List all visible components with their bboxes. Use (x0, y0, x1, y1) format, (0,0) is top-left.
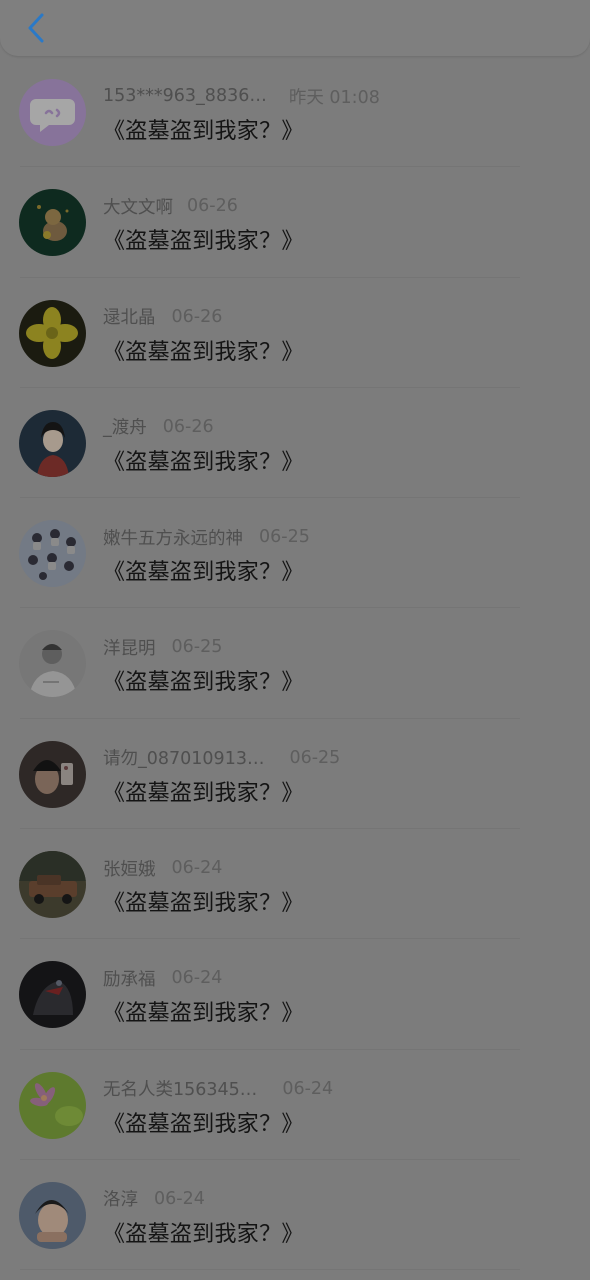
message-text: 《盗墓盗到我家？》 (103, 339, 304, 365)
timestamp: 06-25 (289, 747, 341, 768)
message-text: 《盗墓盗到我家？》 (103, 449, 304, 475)
list-item[interactable]: 请勿_087010913… 06-25 《盗墓盗到我家？》 (0, 719, 590, 830)
message-text: 《盗墓盗到我家？》 (103, 1221, 304, 1247)
item-meta: _渡舟 06-26 (103, 415, 214, 439)
timestamp: 06-24 (282, 1078, 334, 1099)
pink-flower-avatar[interactable] (19, 1071, 86, 1139)
yellow-flower-avatar[interactable] (19, 299, 86, 367)
item-meta: 励承福 06-24 (103, 966, 222, 990)
item-meta: 嫩牛五方永远的神 06-25 (103, 525, 310, 549)
list-item[interactable]: 励承福 06-24 《盗墓盗到我家？》 (0, 939, 590, 1050)
list-item[interactable]: 大文文啊 06-26 《盗墓盗到我家？》 (0, 167, 590, 278)
girl-portrait-avatar[interactable] (19, 409, 86, 477)
child-portrait-avatar[interactable] (19, 1181, 86, 1249)
user-name[interactable]: 请勿_087010913… (103, 745, 264, 770)
list-item[interactable]: 洛淳 06-24 《盗墓盗到我家？》 (0, 1160, 590, 1271)
timestamp: 06-26 (187, 196, 238, 217)
message-text: 《盗墓盗到我家？》 (103, 780, 304, 806)
top-bar (0, 0, 590, 56)
item-meta: 洛淳 06-24 (103, 1187, 205, 1211)
list-item[interactable]: 张姮娥 06-24 《盗墓盗到我家？》 (0, 829, 590, 940)
cartoon-figure-avatar[interactable] (19, 189, 86, 257)
message-text: 《盗墓盗到我家？》 (103, 560, 304, 586)
list-item[interactable]: _渡舟 06-26 《盗墓盗到我家？》 (0, 388, 590, 499)
vintage-car-avatar[interactable] (19, 851, 86, 919)
item-meta: 逯北晶 06-26 (103, 305, 222, 329)
chibi-characters-avatar[interactable] (19, 520, 86, 588)
list-item[interactable]: 153***963_8836… 昨天 01:08 《盗墓盗到我家？》 (0, 57, 590, 168)
back-button[interactable] (16, 8, 56, 48)
list-item[interactable]: 洋昆明 06-25 《盗墓盗到我家？》 (0, 608, 590, 720)
item-meta: 153***963_8836… 昨天 01:08 (103, 84, 380, 108)
item-meta: 大文文啊 06-26 (103, 194, 238, 218)
timestamp: 昨天 01:08 (288, 87, 380, 108)
timestamp: 06-25 (259, 527, 310, 548)
user-name[interactable]: 153***963_8836… (103, 86, 267, 106)
item-meta: 张姮娥 06-24 (103, 856, 222, 880)
man-white-shirt-avatar[interactable] (19, 630, 86, 698)
user-name[interactable]: 励承福 (103, 966, 156, 991)
timestamp: 06-26 (171, 306, 223, 327)
list-item[interactable]: 嫩牛五方永远的神 06-25 《盗墓盗到我家？》 (0, 498, 590, 609)
user-name[interactable]: 逯北晶 (103, 304, 156, 329)
item-meta: 无名人类156345… 06-24 (103, 1077, 333, 1101)
user-name[interactable]: 嫩牛五方永远的神 (103, 525, 243, 550)
message-list: 153***963_8836… 昨天 01:08 《盗墓盗到我家？》 大文文啊 … (0, 57, 590, 1271)
timestamp: 06-25 (171, 637, 223, 658)
message-text: 《盗墓盗到我家？》 (103, 1111, 304, 1137)
masked-figure-avatar[interactable] (19, 961, 86, 1029)
message-text: 《盗墓盗到我家？》 (103, 891, 304, 917)
timestamp: 06-24 (171, 968, 223, 989)
user-name[interactable]: 洋昆明 (103, 635, 156, 660)
user-name[interactable]: 张姮娥 (103, 856, 156, 881)
chat-bubble-avatar[interactable] (19, 79, 86, 146)
list-item[interactable]: 逯北晶 06-26 《盗墓盗到我家？》 (0, 278, 590, 389)
user-name[interactable]: 洛淳 (103, 1186, 138, 1211)
timestamp: 06-24 (154, 1188, 205, 1209)
message-text: 《盗墓盗到我家？》 (103, 119, 304, 144)
user-name[interactable]: 无名人类156345… (103, 1076, 257, 1101)
mirror-selfie-avatar[interactable] (19, 740, 86, 808)
message-text: 《盗墓盗到我家？》 (103, 670, 304, 696)
user-name[interactable]: _渡舟 (103, 414, 147, 439)
timestamp: 06-26 (162, 416, 214, 437)
item-meta: 洋昆明 06-25 (103, 635, 222, 659)
timestamp: 06-24 (171, 858, 223, 879)
user-name[interactable]: 大文文啊 (103, 194, 173, 219)
list-item[interactable]: 无名人类156345… 06-24 《盗墓盗到我家？》 (0, 1050, 590, 1161)
message-text: 《盗墓盗到我家？》 (103, 229, 304, 255)
chevron-left-icon (28, 13, 44, 43)
message-text: 《盗墓盗到我家？》 (103, 1001, 304, 1027)
item-meta: 请勿_087010913… 06-25 (103, 746, 340, 770)
